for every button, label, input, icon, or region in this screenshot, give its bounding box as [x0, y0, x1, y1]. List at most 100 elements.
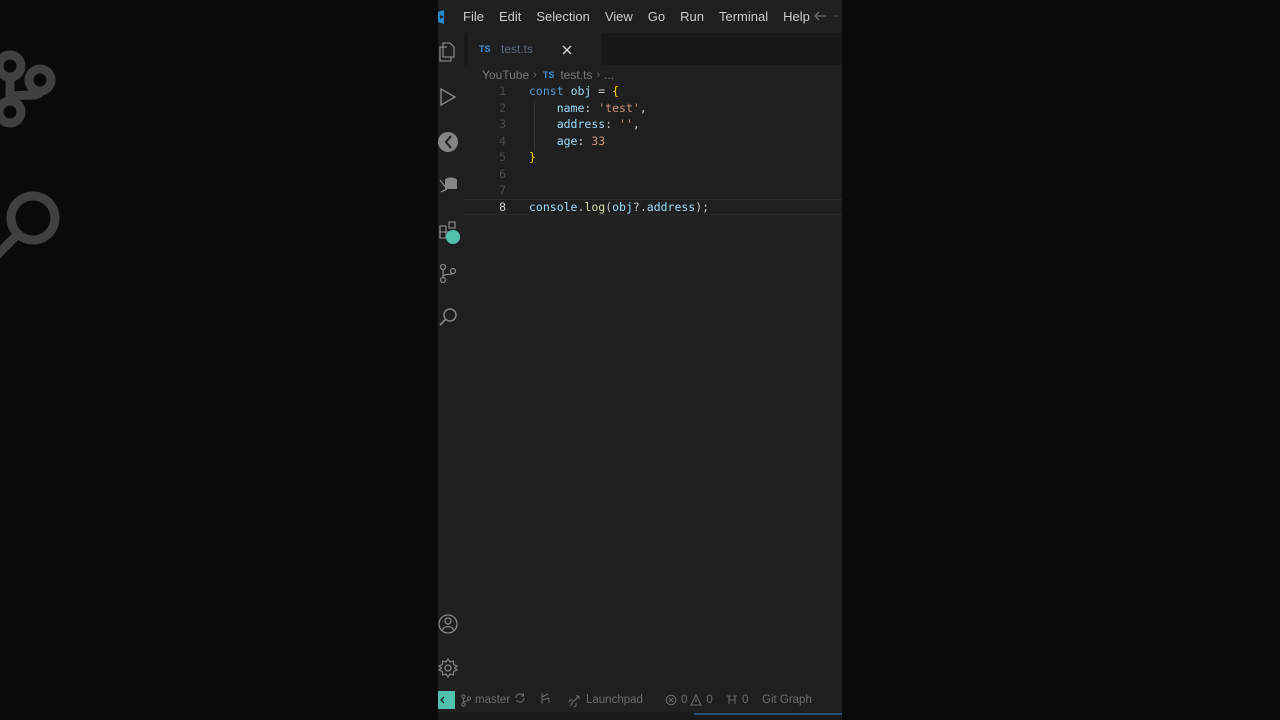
typescript-file-icon: TS	[542, 70, 555, 80]
warning-icon	[690, 694, 703, 706]
code-token: name	[556, 100, 585, 115]
code-token: );	[695, 199, 710, 214]
error-icon	[665, 694, 677, 706]
breadcrumb-file[interactable]: test.ts	[560, 68, 592, 82]
remote-icon	[440, 696, 445, 704]
menu-go[interactable]: Go	[648, 9, 665, 24]
menu-run[interactable]: Run	[680, 9, 704, 24]
code-token: console	[529, 199, 578, 214]
code-text: age: 33	[529, 133, 606, 149]
menu-edit[interactable]: Edit	[499, 9, 521, 24]
code-token: 'test'	[598, 100, 640, 115]
breadcrumb-more[interactable]: ...	[604, 68, 614, 82]
git-graph-button[interactable]: Git Graph	[762, 692, 812, 708]
launchpad-button[interactable]: Launchpad	[568, 692, 643, 708]
code-token: ''	[619, 117, 633, 131]
menu-help[interactable]: Help	[783, 9, 810, 24]
code-line[interactable]: 5}	[464, 149, 842, 165]
menu-selection[interactable]: Selection	[536, 9, 589, 24]
code-line[interactable]: 4 age: 33	[464, 133, 842, 149]
ports-icon	[727, 695, 737, 704]
code-line[interactable]: 8 console.log(obj?.address);	[464, 198, 842, 215]
code-token: :	[605, 117, 620, 131]
code-line[interactable]: 6	[464, 166, 842, 182]
source-control-icon[interactable]	[438, 263, 460, 285]
line-number: 5	[499, 150, 506, 164]
code-token: address	[646, 199, 696, 214]
code-line[interactable]: 1 const obj = {	[464, 83, 842, 99]
code-token: address	[556, 117, 606, 131]
menu-view[interactable]: View	[605, 9, 633, 24]
tab-test-ts[interactable]: TS test.ts	[468, 33, 602, 66]
close-icon[interactable]	[560, 43, 574, 57]
code-token: const	[529, 84, 564, 98]
gitlens-icon[interactable]	[438, 131, 460, 153]
search-icon[interactable]	[438, 306, 460, 328]
rocket-icon	[568, 695, 580, 707]
problems-indicator[interactable]: 0 0	[665, 692, 713, 708]
code-line[interactable]: 7	[464, 182, 842, 198]
warning-count: 0	[706, 694, 713, 706]
code-token: :	[584, 100, 599, 115]
git-branch[interactable]: master	[461, 692, 510, 708]
sync-button[interactable]	[514, 692, 530, 704]
graph-icon	[541, 693, 550, 704]
code-editor[interactable]: 1 const obj = {2 name: 'test', 3 address: …	[464, 83, 842, 688]
arrow-left-icon[interactable]	[812, 8, 828, 24]
bottom-accent-line	[694, 713, 842, 715]
breadcrumb: YouTube › TS test.ts › ...	[482, 67, 614, 83]
settings-gear-icon[interactable]	[438, 657, 460, 679]
code-line[interactable]: 3 address: '',	[464, 116, 842, 132]
line-number: 4	[499, 133, 506, 148]
tab-label: test.ts	[501, 42, 534, 56]
remote-indicator[interactable]	[438, 691, 455, 709]
error-count: 0	[681, 694, 688, 706]
menu-bar: File Edit Selection View Go Run Terminal…	[463, 9, 825, 24]
code-token: ?.	[632, 199, 647, 214]
code-text: const obj = {	[529, 83, 619, 99]
line-number: 2	[499, 100, 506, 115]
vscode-logo-icon	[438, 9, 444, 24]
git-graph-toggle[interactable]	[540, 692, 556, 705]
breadcrumb-folder[interactable]: YouTube	[482, 68, 529, 82]
files-icon[interactable]	[438, 41, 460, 63]
code-text: }	[529, 149, 536, 165]
background-decoration	[0, 50, 60, 259]
status-bar: master Launchpad 0 0 0 Git Graph	[438, 688, 842, 712]
line-number: 8	[499, 199, 506, 214]
code-text: console.log(obj?.address);	[529, 200, 709, 214]
git-branch-icon	[461, 693, 471, 707]
sync-icon	[515, 693, 525, 703]
activity-bar	[438, 33, 464, 688]
code-text: name: 'test',	[529, 100, 647, 116]
menu-file[interactable]: File	[463, 9, 484, 24]
run-debug-icon[interactable]	[438, 86, 460, 108]
code-token: obj	[570, 84, 592, 98]
account-icon[interactable]	[438, 613, 460, 635]
code-line[interactable]: 2 name: 'test',	[464, 100, 842, 116]
code-token: log	[584, 199, 606, 214]
line-number: 3	[499, 117, 506, 131]
extensions-badge	[446, 230, 460, 244]
code-token: 33	[591, 133, 606, 148]
code-token: }	[529, 150, 536, 164]
database-icon[interactable]	[438, 175, 460, 197]
code-token: ,	[639, 100, 647, 115]
menu-terminal[interactable]: Terminal	[719, 9, 768, 24]
launchpad-label: Launchpad	[586, 694, 643, 706]
line-number: 1	[499, 84, 506, 98]
chevron-right-icon: ›	[533, 69, 537, 81]
title-bar: File Edit Selection View Go Run Terminal…	[438, 0, 842, 33]
line-number: 7	[499, 183, 506, 197]
branch-name: master	[475, 694, 511, 706]
code-token: age	[556, 133, 578, 148]
arrow-right-icon[interactable]	[834, 8, 842, 24]
code-token: obj	[612, 199, 633, 214]
code-token: :	[577, 133, 592, 148]
ports-indicator[interactable]: 0	[726, 692, 748, 708]
code-token: =	[591, 84, 613, 98]
line-number: 6	[499, 166, 506, 181]
